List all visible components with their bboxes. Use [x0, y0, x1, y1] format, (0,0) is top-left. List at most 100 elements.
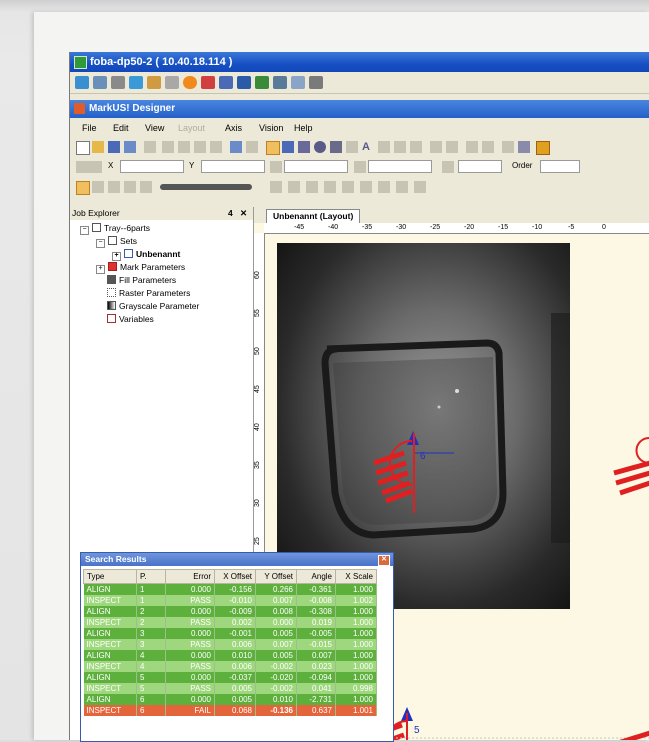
- table-row[interactable]: INSPECT5PASS0.005-0.0020.0410.998: [84, 683, 377, 694]
- delete-icon[interactable]: [210, 141, 222, 153]
- scale-tool-icon[interactable]: [108, 181, 120, 193]
- menu-file[interactable]: File: [82, 123, 97, 133]
- rectangle-tool-icon[interactable]: [298, 141, 310, 153]
- curve-tool-icon[interactable]: [346, 141, 358, 153]
- col-p[interactable]: P.: [137, 570, 166, 584]
- tree-item-mark-parameters[interactable]: +Mark Parameters: [96, 262, 185, 274]
- table-row[interactable]: ALIGN30.000-0.0010.005-0.0051.000: [84, 628, 377, 639]
- network-icon[interactable]: [201, 76, 215, 89]
- tree-item-grayscale-parameter[interactable]: Grayscale Parameter: [107, 301, 199, 311]
- align-top-icon[interactable]: [324, 181, 336, 193]
- refresh-icon[interactable]: [129, 76, 143, 89]
- table-row[interactable]: INSPECT3PASS0.0060.007-0.0151.000: [84, 639, 377, 650]
- tree-item-raster-parameters[interactable]: Raster Parameters: [107, 288, 190, 298]
- paste-icon[interactable]: [194, 141, 206, 153]
- tree-item-fill-parameters[interactable]: Fill Parameters: [107, 275, 176, 285]
- table-row[interactable]: ALIGN40.0000.0100.0050.0071.000: [84, 650, 377, 661]
- transfer-icon[interactable]: [255, 76, 269, 89]
- open-folder-icon[interactable]: [92, 141, 104, 153]
- tools-icon[interactable]: [111, 76, 125, 89]
- ellipse-tool-icon[interactable]: [314, 141, 326, 153]
- monitor-icon[interactable]: [75, 76, 89, 89]
- y-field[interactable]: [201, 160, 265, 173]
- chat-icon[interactable]: [291, 76, 305, 89]
- pen-icon[interactable]: [518, 141, 530, 153]
- new-file-icon[interactable]: [76, 141, 90, 155]
- table-row[interactable]: ALIGN50.000-0.037-0.020-0.0941.000: [84, 672, 377, 683]
- display-icon[interactable]: [237, 76, 251, 89]
- close-icon[interactable]: ✕: [240, 207, 247, 220]
- same-size-icon[interactable]: [378, 181, 390, 193]
- select-tool-icon[interactable]: [266, 141, 280, 155]
- align-bottom-icon[interactable]: [360, 181, 372, 193]
- tab-unbenannt-layout[interactable]: Unbenannt (Layout): [266, 209, 360, 223]
- align-middle-icon[interactable]: [342, 181, 354, 193]
- wizard-icon[interactable]: [147, 76, 161, 89]
- mirror-icon[interactable]: [502, 141, 514, 153]
- table-row[interactable]: INSPECT2PASS0.0020.0000.0191.000: [84, 617, 377, 628]
- expand-icon[interactable]: +: [96, 265, 105, 274]
- pin-icon[interactable]: 4: [228, 207, 233, 220]
- align-left-icon[interactable]: [270, 181, 282, 193]
- zoom-slider[interactable]: [160, 184, 252, 190]
- expand-icon[interactable]: +: [112, 252, 121, 261]
- tree-item-variables[interactable]: Variables: [107, 314, 154, 324]
- menu-axis[interactable]: Axis: [225, 123, 242, 133]
- align-center-icon[interactable]: [288, 181, 300, 193]
- collapse-icon[interactable]: −: [80, 226, 89, 235]
- move-tool-icon[interactable]: [92, 181, 104, 193]
- ungroup-icon[interactable]: [446, 141, 458, 153]
- tree-item-sets[interactable]: −Sets: [96, 236, 137, 248]
- tree-item-job[interactable]: −Tray--6parts: [80, 223, 150, 235]
- barcode-tool-icon[interactable]: [378, 141, 390, 153]
- fullscreen-icon[interactable]: [219, 76, 233, 89]
- table-row-fail[interactable]: INSPECT6FAIL0.068-0.1360.6371.001: [84, 705, 377, 716]
- image-tool-icon[interactable]: [410, 141, 422, 153]
- table-row[interactable]: INSPECT4PASS0.006-0.0020.0231.000: [84, 661, 377, 672]
- collapse-icon[interactable]: −: [96, 239, 105, 248]
- cut-icon[interactable]: [162, 141, 174, 153]
- angle-field[interactable]: [458, 160, 502, 173]
- keyboard-icon[interactable]: [165, 76, 179, 89]
- table-row[interactable]: ALIGN20.000-0.0090.008-0.3081.000: [84, 606, 377, 617]
- remote-window-titlebar[interactable]: foba-dp50-2 ( 10.40.18.114 ): [70, 52, 649, 72]
- undo-icon[interactable]: [230, 141, 242, 153]
- tree-item-unbenannt[interactable]: +Unbenannt: [112, 249, 180, 261]
- same-height-icon[interactable]: [414, 181, 426, 193]
- col-angle[interactable]: Angle: [297, 570, 336, 584]
- polygon-tool-icon[interactable]: [330, 141, 342, 153]
- search-results-titlebar[interactable]: Search Results ✕: [81, 553, 393, 566]
- save-all-icon[interactable]: [124, 141, 136, 153]
- save-icon[interactable]: [108, 141, 120, 153]
- table-row[interactable]: ALIGN10.000-0.1560.266-0.3611.000: [84, 584, 377, 596]
- col-x-scale[interactable]: X Scale: [336, 570, 377, 584]
- menu-vision[interactable]: Vision: [259, 123, 283, 133]
- datamatrix-tool-icon[interactable]: [394, 141, 406, 153]
- same-width-icon[interactable]: [396, 181, 408, 193]
- x-field[interactable]: [120, 160, 184, 173]
- align-icon[interactable]: [466, 141, 478, 153]
- alert-icon[interactable]: [183, 76, 197, 89]
- menu-view[interactable]: View: [145, 123, 164, 133]
- table-row[interactable]: INSPECT1PASS-0.0100.007-0.0081.002: [84, 595, 377, 606]
- laser-icon[interactable]: [536, 141, 550, 155]
- text-tool-icon[interactable]: A: [362, 141, 374, 153]
- skew-tool-icon[interactable]: [140, 181, 152, 193]
- distribute-icon[interactable]: [482, 141, 494, 153]
- col-type[interactable]: Type: [84, 570, 137, 584]
- close-icon[interactable]: ✕: [378, 555, 390, 566]
- width-field[interactable]: [284, 160, 348, 173]
- menu-edit[interactable]: Edit: [113, 123, 129, 133]
- table-row[interactable]: ALIGN60.0000.0050.010-2.7311.000: [84, 694, 377, 705]
- redo-icon[interactable]: [246, 141, 258, 153]
- app-titlebar[interactable]: MarkUS! Designer: [70, 100, 649, 118]
- align-right-icon[interactable]: [306, 181, 318, 193]
- window-icon[interactable]: [93, 76, 107, 89]
- order-field[interactable]: [540, 160, 580, 173]
- col-error[interactable]: Error: [166, 570, 215, 584]
- pointer-tool-icon[interactable]: [76, 181, 90, 195]
- node-tool-icon[interactable]: [282, 141, 294, 153]
- disconnect-icon[interactable]: [309, 76, 323, 89]
- group-icon[interactable]: [430, 141, 442, 153]
- print-icon[interactable]: [144, 141, 156, 153]
